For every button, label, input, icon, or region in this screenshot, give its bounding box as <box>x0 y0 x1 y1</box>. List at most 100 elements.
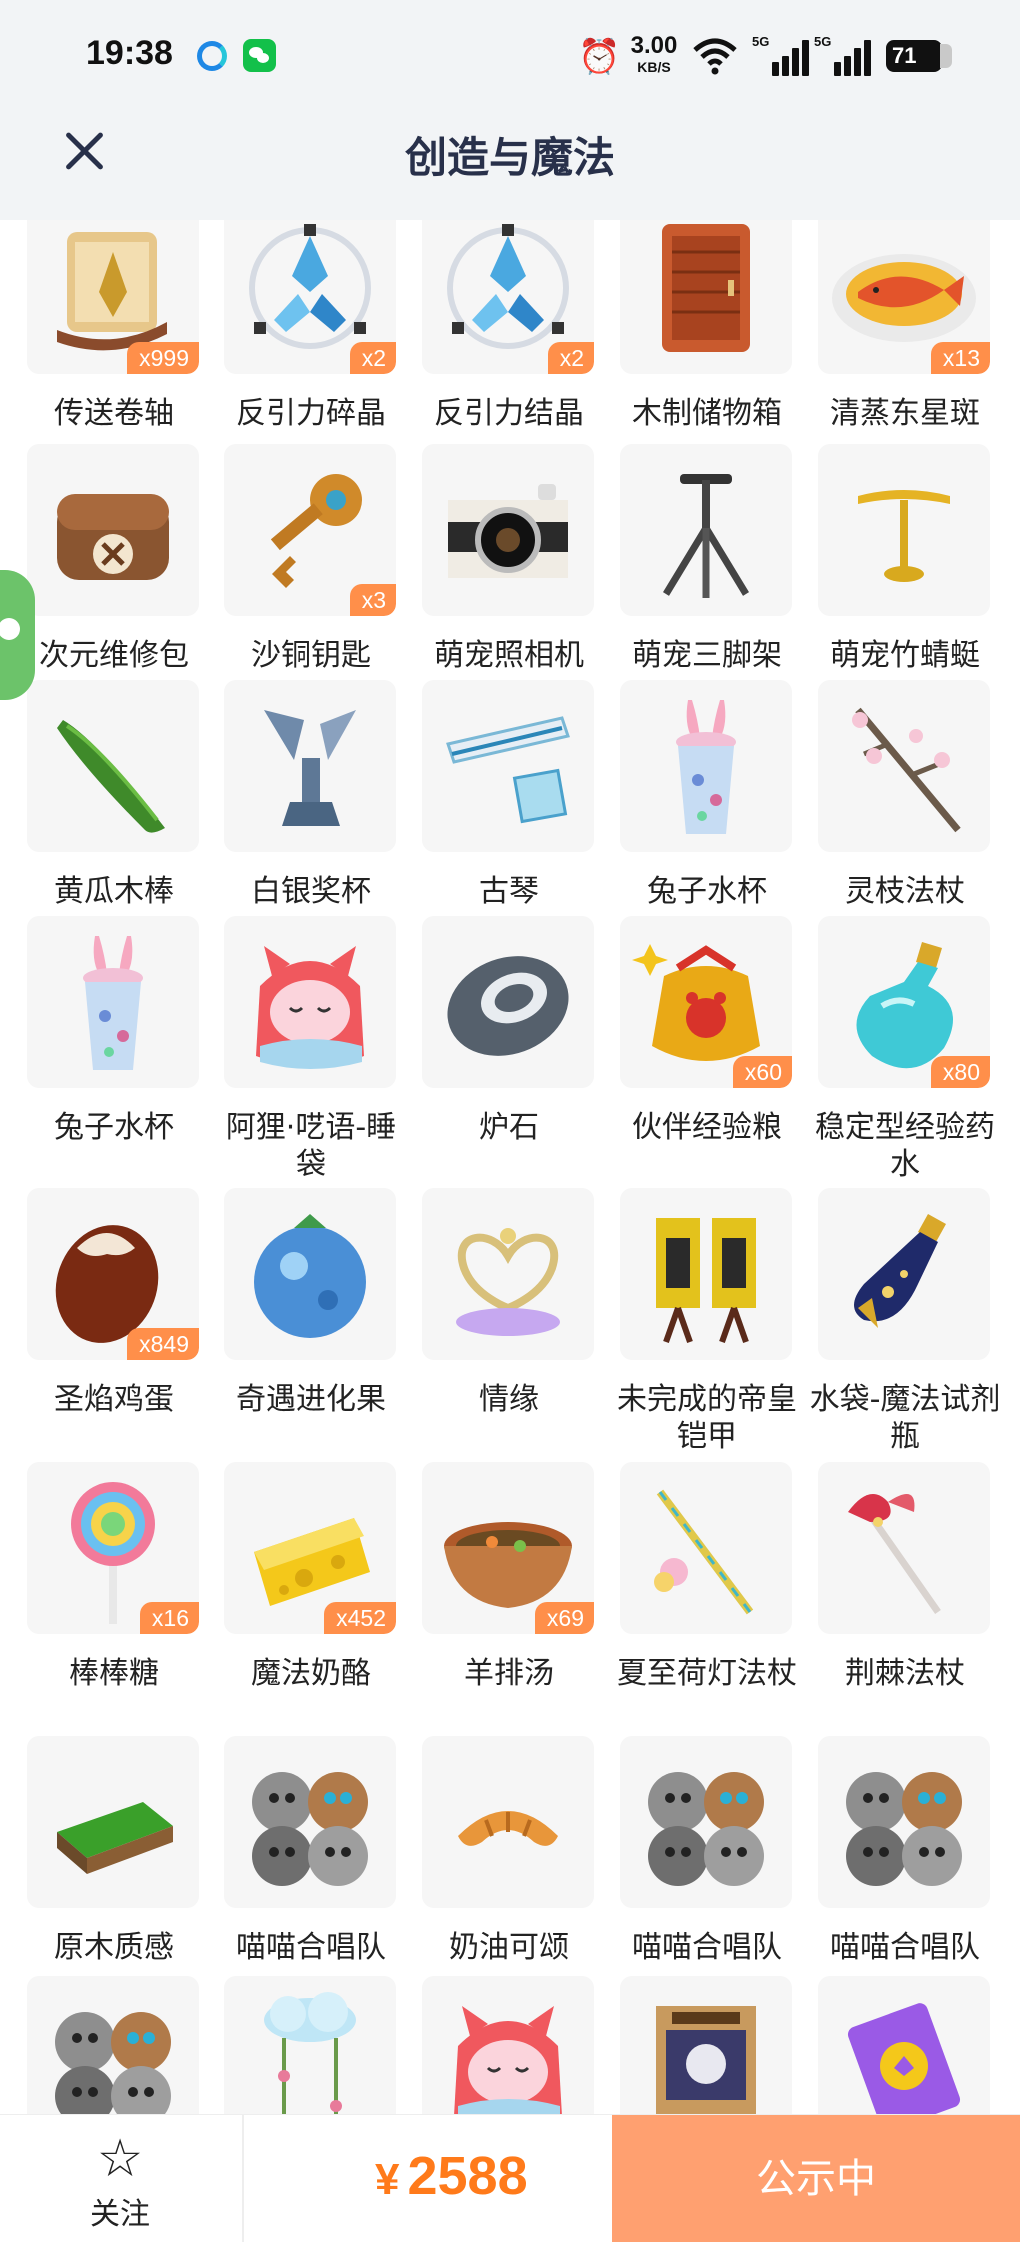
repair-bag-icon <box>57 494 169 580</box>
follow-button[interactable]: ☆ 关注 <box>70 2133 170 2233</box>
quantity-badge: x13 <box>930 342 990 374</box>
quantity-badge: x60 <box>732 1056 792 1088</box>
item-card[interactable]: x452 魔法奶酪 <box>212 1462 410 1722</box>
item-thumbnail <box>422 680 594 852</box>
item-card[interactable]: x69 羊排汤 <box>410 1462 608 1722</box>
item-thumbnail <box>818 1462 990 1634</box>
item-card[interactable]: 水袋-魔法试剂瓶 <box>806 1188 1004 1454</box>
item-card[interactable] <box>608 1976 806 2114</box>
quantity-badge: x999 <box>127 342 199 374</box>
item-label: 反引力碎晶 <box>236 396 386 431</box>
item-card[interactable]: 兔子水杯 <box>15 916 213 1176</box>
item-label: 羊排汤 <box>464 1656 554 1691</box>
item-card[interactable]: 奇遇进化果 <box>212 1188 410 1448</box>
item-thumbnail <box>27 680 199 852</box>
item-card[interactable]: 古琴 <box>410 680 608 940</box>
follow-label: 关注 <box>90 2197 150 2232</box>
item-card[interactable]: 喵喵合唱队 <box>212 1736 410 1996</box>
item-card[interactable]: 萌宠照相机 <box>410 444 608 704</box>
item-label: 未完成的帝皇铠甲 <box>617 1382 797 1454</box>
item-thumbnail: x60 <box>620 916 792 1088</box>
item-thumbnail: x69 <box>422 1462 594 1634</box>
item-label: 黄瓜木棒 <box>54 874 174 909</box>
item-label: 奇遇进化果 <box>236 1382 386 1417</box>
item-card[interactable] <box>212 1976 410 2114</box>
item-card[interactable]: 阿狸·呓语-睡袋 <box>212 916 410 1182</box>
item-card[interactable]: 次元维修包 <box>15 444 213 704</box>
item-card[interactable]: x16 棒棒糖 <box>15 1462 213 1722</box>
item-thumbnail <box>818 1188 990 1360</box>
item-card[interactable]: 荆棘法杖 <box>806 1462 1004 1722</box>
item-label: 木制储物箱 <box>632 396 782 431</box>
item-thumbnail <box>224 916 396 1088</box>
ali-sleeping-bag-icon <box>256 946 364 1069</box>
item-card[interactable]: x80 稳定型经验药水 <box>806 916 1004 1182</box>
item-thumbnail: x849 <box>27 1188 199 1360</box>
item-card[interactable]: 萌宠竹蜻蜓 <box>806 444 1004 704</box>
thorn-staff-icon <box>848 1494 941 1615</box>
item-label: 沙铜钥匙 <box>251 638 371 673</box>
item-thumbnail: x13 <box>818 220 990 374</box>
item-card[interactable]: x13 清蒸东星斑 <box>806 220 1004 462</box>
item-card[interactable]: 情缘 <box>410 1188 608 1448</box>
item-card[interactable]: 夏至荷灯法杖 <box>608 1462 806 1722</box>
item-card[interactable]: 萌宠三脚架 <box>608 444 806 704</box>
item-card[interactable]: 原木质感 <box>15 1736 213 1996</box>
item-label: 奶油可颂 <box>449 1930 569 1965</box>
currency-symbol: ¥ <box>375 2155 400 2204</box>
item-card[interactable]: x2 反引力碎晶 <box>212 220 410 462</box>
ali-sleeping-bag-icon <box>454 2006 562 2114</box>
cat-choir-icon <box>846 1772 962 1886</box>
item-card[interactable]: x999 传送卷轴 <box>15 220 213 462</box>
cat-choir-icon <box>648 1772 764 1886</box>
item-card[interactable]: 木制储物箱 <box>608 220 806 462</box>
item-label: 喵喵合唱队 <box>632 1930 782 1965</box>
item-card[interactable]: x2 反引力结晶 <box>410 220 608 462</box>
item-label: 兔子水杯 <box>54 1110 174 1145</box>
item-card[interactable]: 灵枝法杖 <box>806 680 1004 940</box>
item-card[interactable]: x849 圣焰鸡蛋 <box>15 1188 213 1448</box>
item-card[interactable]: x3 沙铜钥匙 <box>212 444 410 704</box>
item-card[interactable]: 喵喵合唱队 <box>806 1736 1004 1996</box>
quantity-badge: x849 <box>127 1328 199 1360</box>
item-card[interactable]: x60 伙伴经验粮 <box>608 916 806 1176</box>
item-thumbnail <box>818 444 990 616</box>
page-title: 创造与魔法 <box>404 133 615 182</box>
item-label: 萌宠照相机 <box>434 638 584 673</box>
item-thumbnail <box>620 680 792 852</box>
hearthstone-icon <box>447 956 569 1056</box>
quantity-badge: x69 <box>534 1602 594 1634</box>
item-card[interactable] <box>15 1976 213 2114</box>
item-card[interactable]: 喵喵合唱队 <box>608 1736 806 1996</box>
item-thumbnail <box>620 220 792 374</box>
wechat-app-icon <box>243 39 276 72</box>
guqin-icon <box>446 716 570 824</box>
price: ¥2588 <box>375 2145 528 2207</box>
item-card[interactable] <box>410 1976 608 2114</box>
floating-chat-tab[interactable] <box>0 570 35 700</box>
item-card[interactable]: 炉石 <box>410 916 608 1176</box>
branch-staff-icon <box>852 707 961 833</box>
item-label: 次元维修包 <box>39 638 189 673</box>
item-card[interactable]: 奶油可颂 <box>410 1736 608 1996</box>
item-thumbnail <box>422 1976 594 2114</box>
item-label: 反引力结晶 <box>434 396 584 431</box>
quantity-badge: x452 <box>324 1602 396 1634</box>
item-card[interactable]: 黄瓜木棒 <box>15 680 213 940</box>
item-thumbnail: x80 <box>818 916 990 1088</box>
network-speed: 3.00 KB/S <box>630 32 678 75</box>
item-card[interactable]: 兔子水杯 <box>608 680 806 940</box>
item-label: 古琴 <box>479 874 539 909</box>
item-card[interactable]: 白银奖杯 <box>212 680 410 940</box>
grass-tile-icon <box>57 1802 173 1874</box>
item-thumbnail <box>620 444 792 616</box>
bunny-cup-icon <box>83 936 143 1070</box>
item-label: 荆棘法杖 <box>845 1656 965 1691</box>
item-card[interactable] <box>806 1976 1004 2114</box>
alarm-icon: ⏰ <box>578 37 621 77</box>
quantity-badge: x16 <box>139 1602 199 1634</box>
publicity-button[interactable]: 公示中 <box>612 2115 1020 2242</box>
browser-app-icon <box>197 41 227 71</box>
item-card[interactable]: 未完成的帝皇铠甲 <box>608 1188 806 1454</box>
quantity-badge: x3 <box>349 584 396 616</box>
